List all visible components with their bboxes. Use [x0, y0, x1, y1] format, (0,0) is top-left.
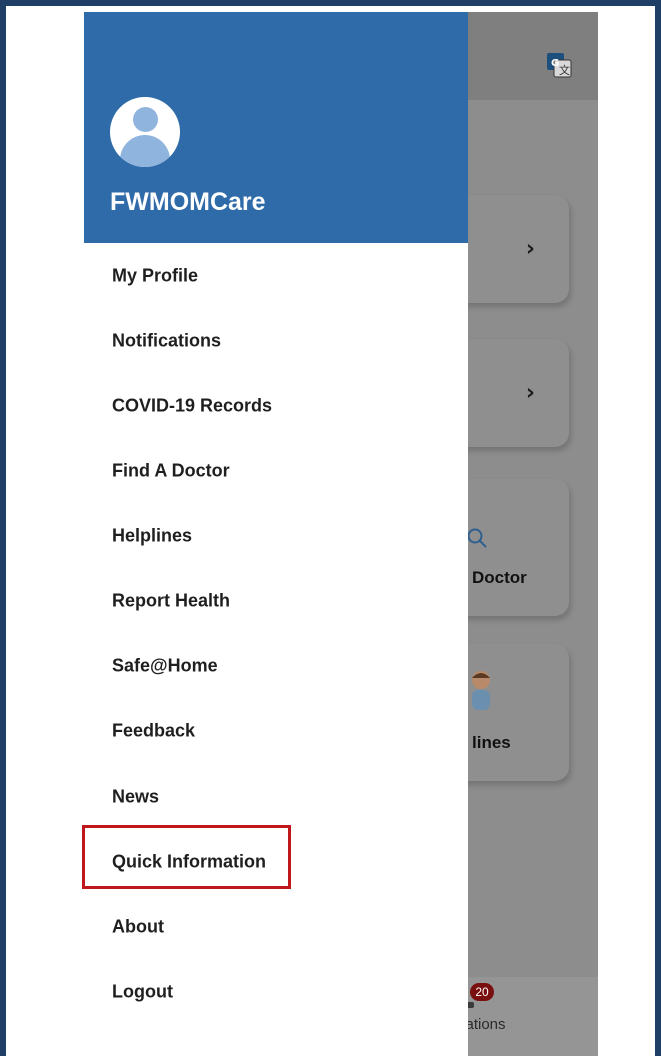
- menu-item-label: Feedback: [112, 720, 196, 741]
- menu-item-label: Helplines: [112, 525, 193, 546]
- menu-item-label: Quick Information: [112, 851, 267, 872]
- menu-item-about[interactable]: About: [84, 905, 468, 949]
- chevron-right-icon: ›: [525, 380, 535, 406]
- menu-item-find-a-doctor[interactable]: Find A Doctor: [84, 449, 468, 493]
- menu-item-label: About: [112, 916, 164, 937]
- menu-item-label: COVID-19 Records: [112, 395, 273, 416]
- search-icon: [467, 528, 487, 548]
- agent-avatar-icon: [472, 671, 490, 710]
- menu-item-safe-at-home[interactable]: Safe@Home: [84, 644, 468, 688]
- svg-text:文: 文: [559, 63, 570, 77]
- menu-item-helplines[interactable]: Helplines: [84, 514, 468, 558]
- menu-item-news[interactable]: News: [84, 775, 468, 819]
- menu-item-label: News: [112, 786, 160, 807]
- google-translate-icon[interactable]: G 文: [546, 52, 572, 78]
- menu-item-my-profile[interactable]: My Profile: [84, 254, 468, 298]
- user-avatar-icon[interactable]: [110, 97, 180, 167]
- svg-text:G: G: [551, 58, 559, 69]
- navigation-drawer: FWMOMCare My Profile Notifications COVID…: [84, 12, 468, 1056]
- menu-item-label: Report Health: [112, 590, 231, 611]
- card-label: Doctor: [472, 568, 527, 587]
- menu-item-label: Notifications: [112, 330, 222, 351]
- menu-item-report-health[interactable]: Report Health: [84, 579, 468, 623]
- menu-item-feedback[interactable]: Feedback: [84, 709, 468, 753]
- menu-item-notifications[interactable]: Notifications: [84, 319, 468, 363]
- notification-count-badge: 20: [470, 983, 494, 1001]
- menu-item-logout[interactable]: Logout: [84, 970, 468, 1014]
- app-name-title: FWMOMCare: [110, 188, 266, 216]
- avatar-head: [133, 107, 158, 132]
- card-label: lines: [472, 733, 511, 752]
- chevron-right-icon: ›: [525, 236, 535, 262]
- phone-screen: G 文 › › Doctor lines 20 cations FWMOMCar…: [84, 12, 598, 1056]
- avatar-body: [120, 135, 170, 167]
- menu-item-quick-information[interactable]: Quick Information: [84, 840, 468, 884]
- menu-item-label: Find A Doctor: [112, 460, 230, 481]
- menu-item-label: My Profile: [112, 265, 199, 286]
- drawer-header: FWMOMCare: [84, 12, 468, 243]
- menu-item-label: Safe@Home: [112, 655, 218, 676]
- menu-item-label: Logout: [112, 981, 173, 1002]
- menu-item-covid-records[interactable]: COVID-19 Records: [84, 384, 468, 428]
